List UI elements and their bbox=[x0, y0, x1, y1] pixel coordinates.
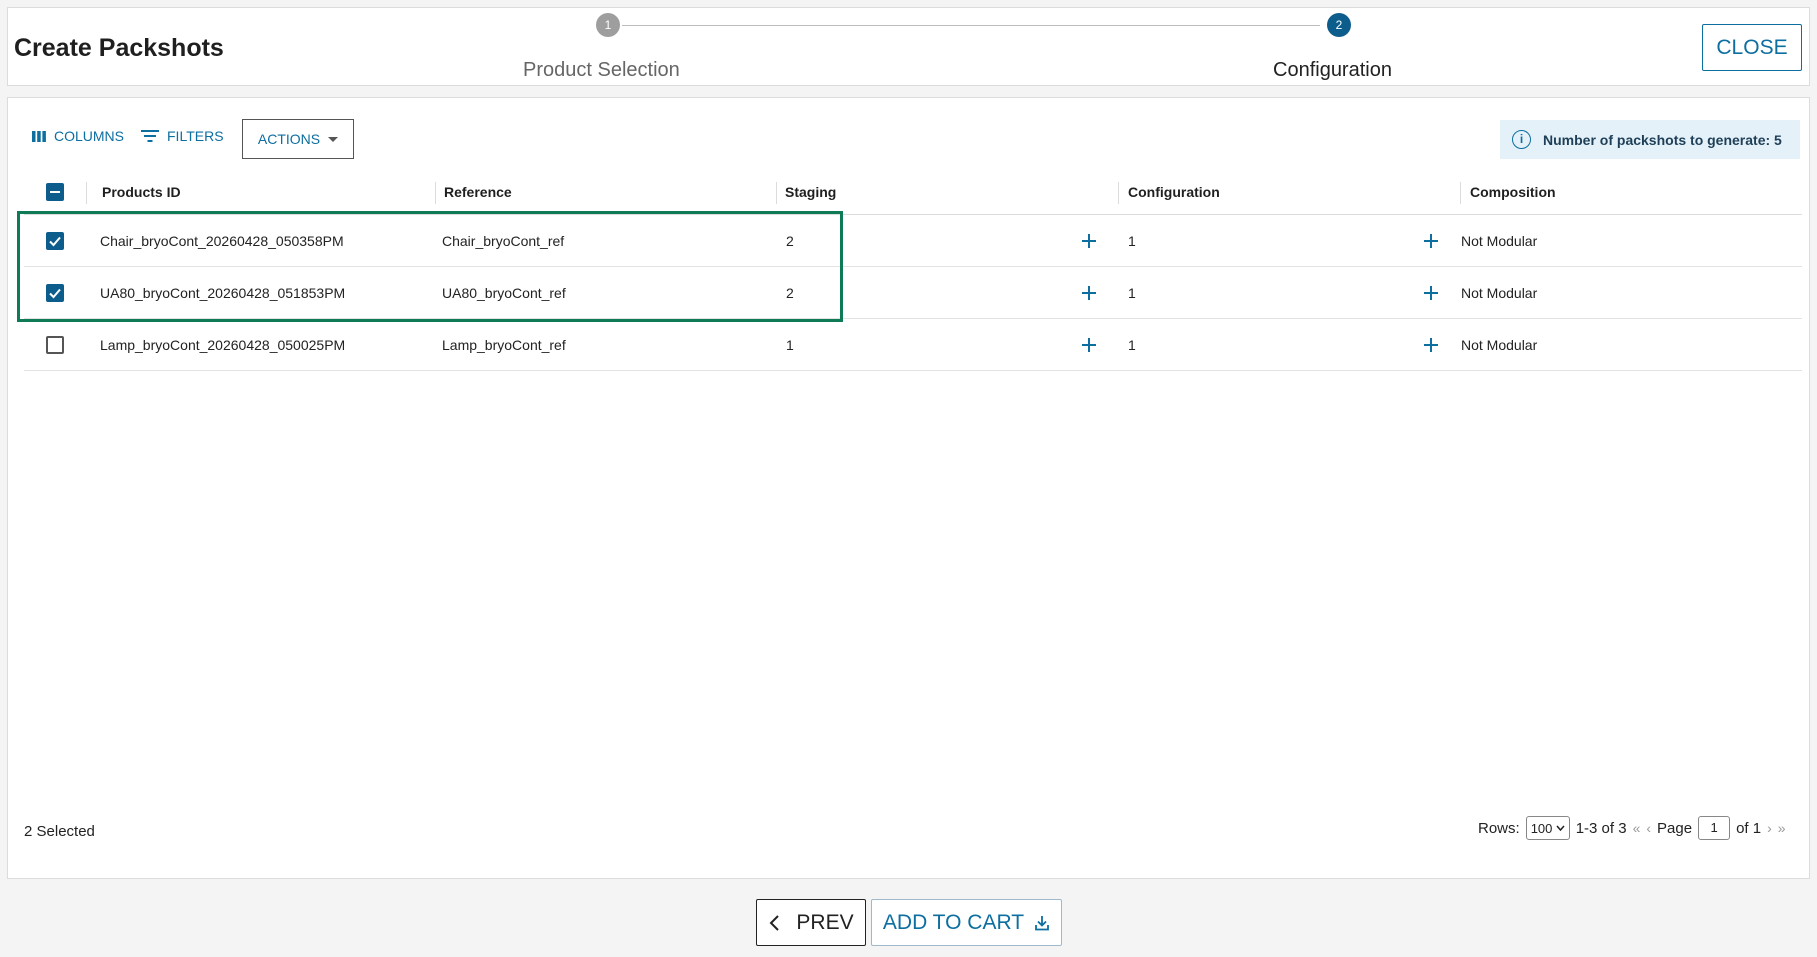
add-configuration-icon[interactable] bbox=[1420, 334, 1442, 356]
first-page-icon[interactable]: « bbox=[1633, 820, 1641, 836]
step-2-circle[interactable]: 2 bbox=[1327, 13, 1351, 37]
last-page-icon[interactable]: » bbox=[1778, 820, 1786, 836]
cell-reference: Lamp_bryoCont_ref bbox=[442, 337, 566, 353]
columns-button[interactable]: COLUMNS bbox=[32, 128, 124, 144]
column-separator bbox=[1460, 182, 1461, 204]
cell-configuration: 1 bbox=[1128, 233, 1136, 249]
products-table: Products ID Reference Staging Configurat… bbox=[24, 170, 1802, 371]
next-page-icon[interactable]: › bbox=[1767, 820, 1772, 836]
range-text: 1-3 of 3 bbox=[1575, 819, 1627, 837]
cell-reference: Chair_bryoCont_ref bbox=[442, 233, 565, 249]
table-row[interactable]: Lamp_bryoCont_20260428_050025PM Lamp_bry… bbox=[24, 319, 1802, 371]
download-icon bbox=[1035, 915, 1049, 930]
add-staging-icon[interactable] bbox=[1078, 334, 1100, 356]
actions-label: ACTIONS bbox=[257, 131, 321, 147]
prev-button[interactable]: PREV bbox=[756, 899, 866, 946]
page-number-input[interactable]: 1 bbox=[1698, 816, 1731, 840]
page-of-text: of 1 bbox=[1736, 819, 1762, 837]
column-separator bbox=[776, 182, 777, 204]
table-header: Products ID Reference Staging Configurat… bbox=[24, 170, 1802, 215]
cell-product-id: Lamp_bryoCont_20260428_050025PM bbox=[100, 337, 346, 353]
filter-icon bbox=[141, 130, 159, 142]
cell-composition: Not Modular bbox=[1461, 337, 1538, 353]
chevron-left-icon bbox=[769, 914, 780, 931]
step-1-circle[interactable]: 1 bbox=[596, 13, 620, 37]
columns-icon bbox=[32, 130, 46, 142]
header-products-id[interactable]: Products ID bbox=[102, 170, 181, 215]
filters-button[interactable]: FILTERS bbox=[141, 128, 224, 144]
header-composition[interactable]: Composition bbox=[1470, 170, 1556, 215]
cell-staging: 1 bbox=[786, 337, 794, 353]
selected-count: 2 Selected bbox=[24, 823, 95, 840]
select-all-checkbox[interactable] bbox=[46, 183, 64, 201]
pagination: Rows: 100 1-3 of 3 « ‹ Page 1 of 1 › » bbox=[1478, 815, 1786, 841]
packshot-count-info: i Number of packshots to generate: 5 bbox=[1500, 120, 1800, 159]
cell-staging: 2 bbox=[786, 233, 794, 249]
info-text: Number of packshots to generate: 5 bbox=[1543, 131, 1782, 148]
column-separator bbox=[86, 182, 87, 204]
caret-down-icon bbox=[328, 136, 339, 142]
prev-label: PREV bbox=[796, 910, 854, 934]
add-configuration-icon[interactable] bbox=[1420, 230, 1442, 252]
bottom-action-bar: PREV ADD TO CART bbox=[0, 880, 1817, 957]
header-staging[interactable]: Staging bbox=[785, 170, 836, 215]
cell-staging: 2 bbox=[786, 285, 794, 301]
row-checkbox[interactable] bbox=[46, 336, 64, 354]
cell-product-id: Chair_bryoCont_20260428_050358PM bbox=[100, 233, 344, 249]
filters-label: FILTERS bbox=[167, 128, 224, 144]
indeterminate-icon bbox=[50, 191, 60, 193]
add-to-cart-button[interactable]: ADD TO CART bbox=[871, 899, 1062, 946]
table-row[interactable]: Chair_bryoCont_20260428_050358PM Chair_b… bbox=[24, 215, 1802, 267]
add-to-cart-label: ADD TO CART bbox=[882, 910, 1025, 934]
cell-product-id: UA80_bryoCont_20260428_051853PM bbox=[100, 285, 346, 301]
info-icon: i bbox=[1512, 130, 1531, 149]
columns-label: COLUMNS bbox=[54, 128, 125, 144]
check-icon bbox=[49, 236, 61, 247]
row-checkbox[interactable] bbox=[46, 232, 64, 250]
stepper-line bbox=[622, 25, 1320, 26]
add-configuration-icon[interactable] bbox=[1420, 282, 1442, 304]
step-1-label[interactable]: Product Selection bbox=[523, 59, 680, 82]
add-staging-icon[interactable] bbox=[1078, 282, 1100, 304]
check-icon bbox=[49, 288, 61, 299]
header-configuration[interactable]: Configuration bbox=[1128, 170, 1220, 215]
table-row[interactable]: UA80_bryoCont_20260428_051853PM UA80_bry… bbox=[24, 267, 1802, 319]
cell-composition: Not Modular bbox=[1461, 233, 1538, 249]
cell-configuration: 1 bbox=[1128, 337, 1136, 353]
header-bar: Create Packshots 1 2 Product Selection C… bbox=[7, 7, 1810, 86]
cell-configuration: 1 bbox=[1128, 285, 1136, 301]
main-panel: COLUMNS FILTERS ACTIONS i Number of pack… bbox=[7, 97, 1810, 879]
prev-page-icon[interactable]: ‹ bbox=[1646, 820, 1651, 836]
cell-reference: UA80_bryoCont_ref bbox=[442, 285, 566, 301]
add-staging-icon[interactable] bbox=[1078, 230, 1100, 252]
header-reference[interactable]: Reference bbox=[444, 170, 512, 215]
actions-dropdown[interactable]: ACTIONS bbox=[242, 119, 354, 159]
rows-label: Rows: bbox=[1478, 819, 1520, 837]
close-button[interactable]: CLOSE bbox=[1702, 24, 1802, 71]
step-2-label: Configuration bbox=[1273, 59, 1392, 81]
column-separator bbox=[1118, 182, 1119, 204]
stepper: 1 2 Product Selection Configuration bbox=[8, 8, 1809, 85]
row-checkbox[interactable] bbox=[46, 284, 64, 302]
rows-per-page-select[interactable]: 100 bbox=[1525, 816, 1570, 840]
cell-composition: Not Modular bbox=[1461, 285, 1538, 301]
chevron-down-icon bbox=[1556, 825, 1565, 831]
page-label: Page bbox=[1657, 819, 1693, 837]
column-separator bbox=[435, 182, 436, 204]
rows-per-page-value: 100 bbox=[1530, 820, 1553, 836]
